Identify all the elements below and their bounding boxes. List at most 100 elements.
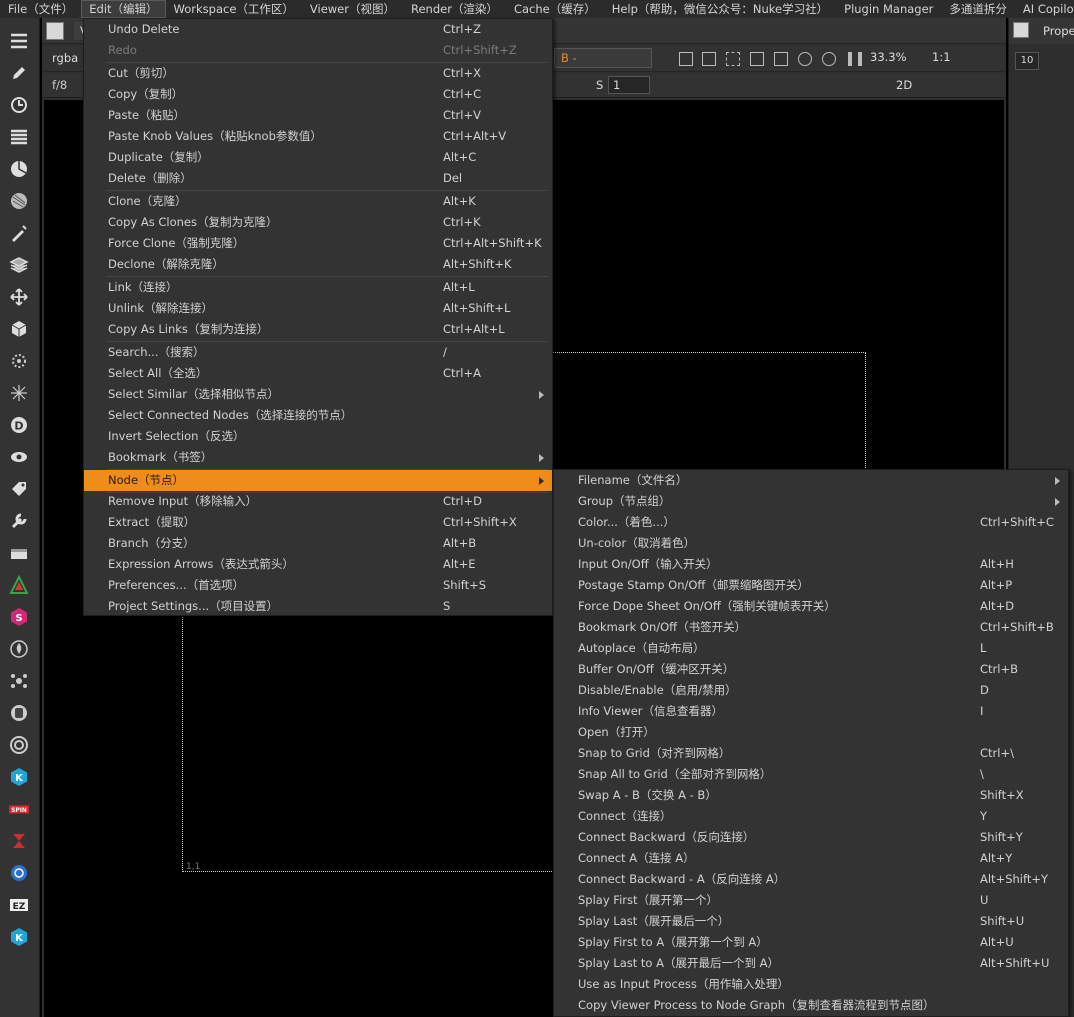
pause-icon[interactable]: [848, 52, 862, 66]
d-plugin-icon[interactable]: D: [8, 414, 30, 436]
lens-plugin-icon[interactable]: [8, 734, 30, 756]
panel-menu-icon[interactable]: [46, 22, 64, 40]
menu-item-splay-first-to-a[interactable]: Splay First to A（展开第一个到 A） Alt+U: [554, 932, 1068, 953]
color-icon[interactable]: [8, 158, 30, 180]
menu-file[interactable]: File（文件）: [0, 0, 81, 18]
other-icon[interactable]: [8, 542, 30, 564]
k-plugin-icon[interactable]: K: [8, 766, 30, 788]
menu-item-select-connected-nodes[interactable]: Select Connected Nodes（选择连接的节点）: [84, 405, 552, 426]
b-input-select[interactable]: B -: [554, 48, 652, 68]
3d-icon[interactable]: [8, 318, 30, 340]
menu-item-group[interactable]: Group（节点组）: [554, 491, 1068, 512]
menu-item-select-all[interactable]: Select All（全选） Ctrl+A: [84, 363, 552, 384]
time-icon[interactable]: [8, 94, 30, 116]
channel-icon[interactable]: [8, 126, 30, 148]
menu-ai-copilot[interactable]: AI Copilot: [1015, 0, 1074, 18]
menu-item-project-settings[interactable]: Project Settings...（项目设置） S: [84, 596, 552, 617]
menu-item-node[interactable]: Node（节点）: [84, 470, 552, 491]
menu-item-splay-first[interactable]: Splay First（展开第一个） U: [554, 890, 1068, 911]
menu-item-remove-input[interactable]: Remove Input（移除输入） Ctrl+D: [84, 491, 552, 512]
menu-item-splay-last-to-a[interactable]: Splay Last to A（展开最后一个到 A） Alt+Shift+U: [554, 953, 1068, 974]
views-icon[interactable]: [8, 446, 30, 468]
menu-item-branch[interactable]: Branch（分支） Alt+B: [84, 533, 552, 554]
lines-icon[interactable]: [774, 52, 788, 66]
menu-item-connect-backward[interactable]: Connect Backward（反向连接） Shift+Y: [554, 827, 1068, 848]
menu-item-duplicate[interactable]: Duplicate（复制） Alt+C: [84, 147, 552, 168]
menu-item-info-viewer[interactable]: Info Viewer（信息查看器） I: [554, 701, 1068, 722]
menu-help[interactable]: Help（帮助，微信公众号：Nuke学习社）: [604, 0, 836, 18]
paint-icon[interactable]: [8, 62, 30, 84]
menu-item-extract[interactable]: Extract（提取） Ctrl+Shift+X: [84, 512, 552, 533]
menu-item-paste[interactable]: Paste（粘贴） Ctrl+V: [84, 105, 552, 126]
menu-item-clone[interactable]: Clone（克隆） Alt+K: [84, 191, 552, 212]
menu-item-copy-viewer-process[interactable]: Copy Viewer Process to Node Graph（复制查看器流…: [554, 995, 1068, 1016]
filter-icon[interactable]: [8, 190, 30, 212]
menu-item-buffer-onoff[interactable]: Buffer On/Off（缓冲区开关） Ctrl+B: [554, 659, 1068, 680]
menu-cache[interactable]: Cache（缓存）: [506, 0, 604, 18]
menu-item-autoplace[interactable]: Autoplace（自动布局） L: [554, 638, 1068, 659]
menu-item-preferences[interactable]: Preferences...（首选项） Shift+S: [84, 575, 552, 596]
view-mode-select[interactable]: 2D: [896, 78, 912, 92]
channels-select[interactable]: rgba: [52, 51, 78, 65]
mask-icon[interactable]: [726, 52, 740, 66]
menu-item-color[interactable]: Color...（着色...） Ctrl+Shift+C: [554, 512, 1068, 533]
arrows-plugin-icon[interactable]: [8, 830, 30, 852]
menu-item-uncolor[interactable]: Un-color（取消着色）: [554, 533, 1068, 554]
zoom-select[interactable]: 33.3%: [870, 50, 907, 64]
menu-workspace[interactable]: Workspace（工作区）: [166, 0, 302, 18]
properties-tab[interactable]: Prope: [1043, 24, 1074, 38]
overlay-icon[interactable]: [750, 52, 764, 66]
menu-item-disable-enable[interactable]: Disable/Enable（启用/禁用） D: [554, 680, 1068, 701]
menu-item-cut[interactable]: Cut（剪切） Ctrl+X: [84, 63, 552, 84]
menu-render[interactable]: Render（渲染）: [403, 0, 506, 18]
transform-icon[interactable]: [8, 286, 30, 308]
menu-item-force-clone[interactable]: Force Clone（强制克隆） Ctrl+Alt+Shift+K: [84, 233, 552, 254]
mask-plugin-icon[interactable]: [8, 702, 30, 724]
fire-icon[interactable]: [8, 638, 30, 660]
menu-plugin-manager[interactable]: Plugin Manager: [836, 0, 941, 18]
menu-item-copy-as-clones[interactable]: Copy As Clones（复制为克隆） Ctrl+K: [84, 212, 552, 233]
menu-item-filename[interactable]: Filename（文件名）: [554, 470, 1068, 491]
toolbar-menu-icon[interactable]: [8, 30, 30, 52]
menu-viewer[interactable]: Viewer（视图）: [302, 0, 403, 18]
menu-item-paste-knob-values[interactable]: Paste Knob Values（粘贴knob参数值） Ctrl+Alt+V: [84, 126, 552, 147]
roi-icon[interactable]: [679, 52, 693, 66]
menu-multichannel-split[interactable]: 多通道拆分: [941, 0, 1015, 18]
menu-item-unlink[interactable]: Unlink（解除连接） Alt+Shift+L: [84, 298, 552, 319]
menu-item-swap-a-b[interactable]: Swap A - B（交换 A - B） Shift+X: [554, 785, 1068, 806]
menu-item-postage-stamp[interactable]: Postage Stamp On/Off（邮票缩略图开关） Alt+P: [554, 575, 1068, 596]
s-value-field[interactable]: 1: [608, 76, 650, 94]
properties-menu-icon[interactable]: [1013, 22, 1029, 38]
menu-item-copy-as-links[interactable]: Copy As Links（复制为连接） Ctrl+Alt+L: [84, 319, 552, 340]
target-plugin-icon[interactable]: [8, 862, 30, 884]
toolsets-icon[interactable]: [8, 510, 30, 532]
merge-icon[interactable]: [8, 254, 30, 276]
metadata-icon[interactable]: [8, 478, 30, 500]
max-panels-field[interactable]: 10: [1015, 52, 1039, 70]
menu-item-copy[interactable]: Copy（复制） Ctrl+C: [84, 84, 552, 105]
menu-item-input-onoff[interactable]: Input On/Off（输入开关） Alt+H: [554, 554, 1068, 575]
menu-item-expression-arrows[interactable]: Expression Arrows（表达式箭头） Alt+E: [84, 554, 552, 575]
s-plugin-icon[interactable]: S: [8, 606, 30, 628]
ez-plugin-icon[interactable]: EZ: [8, 894, 30, 916]
menu-item-redo[interactable]: Redo Ctrl+Shift+Z: [84, 40, 552, 61]
menu-item-snap-to-grid[interactable]: Snap to Grid（对齐到网格） Ctrl+\: [554, 743, 1068, 764]
menu-item-undo-delete[interactable]: Undo Delete Ctrl+Z: [84, 19, 552, 40]
menu-item-snap-all-to-grid[interactable]: Snap All to Grid（全部对齐到网格） \: [554, 764, 1068, 785]
menu-item-connect-a[interactable]: Connect A（连接 A） Alt+Y: [554, 848, 1068, 869]
refresh-icon[interactable]: [798, 52, 812, 66]
menu-item-bookmark-onoff[interactable]: Bookmark On/Off（书签开关） Ctrl+Shift+B: [554, 617, 1068, 638]
menu-item-delete[interactable]: Delete（删除） Del: [84, 168, 552, 189]
menu-item-bookmark[interactable]: Bookmark（书签）: [84, 447, 552, 468]
menu-item-connect-backward-a[interactable]: Connect Backward - A（反向连接 A） Alt+Shift+Y: [554, 869, 1068, 890]
menu-edit[interactable]: Edit（编辑）: [81, 0, 166, 18]
settings-icon[interactable]: [822, 52, 836, 66]
menu-item-link[interactable]: Link（连接） Alt+L: [84, 277, 552, 298]
menu-item-declone[interactable]: Declone（解除克隆） Alt+Shift+K: [84, 254, 552, 275]
menu-item-splay-last[interactable]: Splay Last（展开最后一个） Shift+U: [554, 911, 1068, 932]
spin-plugin-icon[interactable]: SPIN: [8, 798, 30, 820]
k-plugin-icon-2[interactable]: K: [8, 926, 30, 948]
deep-icon[interactable]: [8, 382, 30, 404]
menu-item-force-dope-sheet[interactable]: Force Dope Sheet On/Off（强制关键帧表开关） Alt+D: [554, 596, 1068, 617]
particles-icon[interactable]: [8, 350, 30, 372]
